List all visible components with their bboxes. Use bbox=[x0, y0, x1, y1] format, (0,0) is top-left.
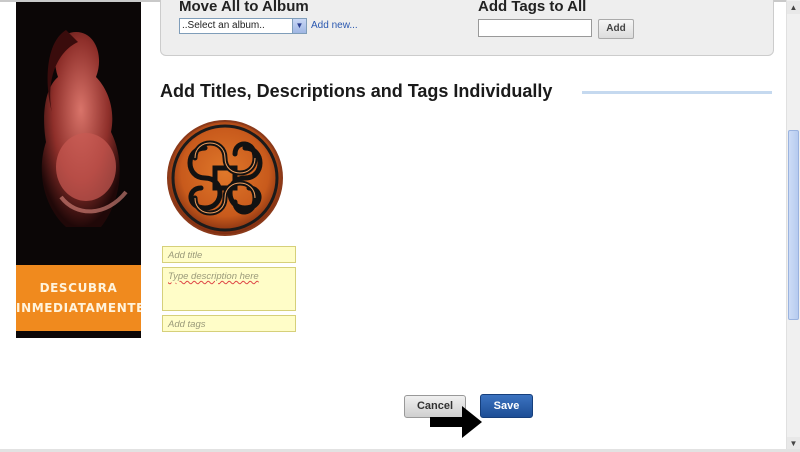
photo-tags-input[interactable]: Add tags bbox=[162, 315, 296, 332]
chevron-down-icon[interactable]: ▼ bbox=[292, 19, 306, 33]
ad-cta-line1: DESCUBRA bbox=[39, 281, 118, 295]
vertical-scrollbar[interactable]: ▲ ▼ bbox=[786, 0, 800, 452]
ad-photo bbox=[16, 2, 141, 265]
album-select-value: ..Select an album.. bbox=[182, 20, 265, 31]
photo-title-placeholder: Add title bbox=[168, 250, 203, 261]
ad-banner[interactable]: DESCUBRA INMEDIATAMENTE bbox=[16, 2, 141, 338]
add-tags-heading: Add Tags to All bbox=[478, 0, 587, 15]
add-tags-button[interactable]: Add bbox=[598, 19, 634, 39]
ad-cta[interactable]: DESCUBRA INMEDIATAMENTE bbox=[16, 265, 141, 331]
save-button[interactable]: Save bbox=[480, 394, 533, 418]
add-new-album-link[interactable]: Add new... bbox=[311, 20, 358, 31]
section-title: Add Titles, Descriptions and Tags Indivi… bbox=[160, 81, 553, 101]
ad-cta-line2: INMEDIATAMENTE bbox=[16, 301, 141, 315]
photo-tags-placeholder: Add tags bbox=[168, 319, 206, 330]
photo-description-textarea[interactable]: Type description here bbox=[162, 267, 296, 311]
section-divider bbox=[582, 91, 772, 94]
right-arrow-icon bbox=[430, 406, 482, 438]
photo-thumbnail[interactable] bbox=[165, 118, 285, 238]
move-all-heading: Move All to Album bbox=[179, 0, 309, 15]
album-select[interactable]: ..Select an album.. ▼ bbox=[179, 18, 307, 34]
tags-all-input[interactable] bbox=[478, 19, 592, 37]
photo-title-input[interactable]: Add title bbox=[162, 246, 296, 263]
scroll-up-icon[interactable]: ▲ bbox=[787, 1, 800, 14]
scroll-thumb[interactable] bbox=[788, 130, 799, 320]
photo-description-placeholder: Type description here bbox=[168, 271, 259, 282]
